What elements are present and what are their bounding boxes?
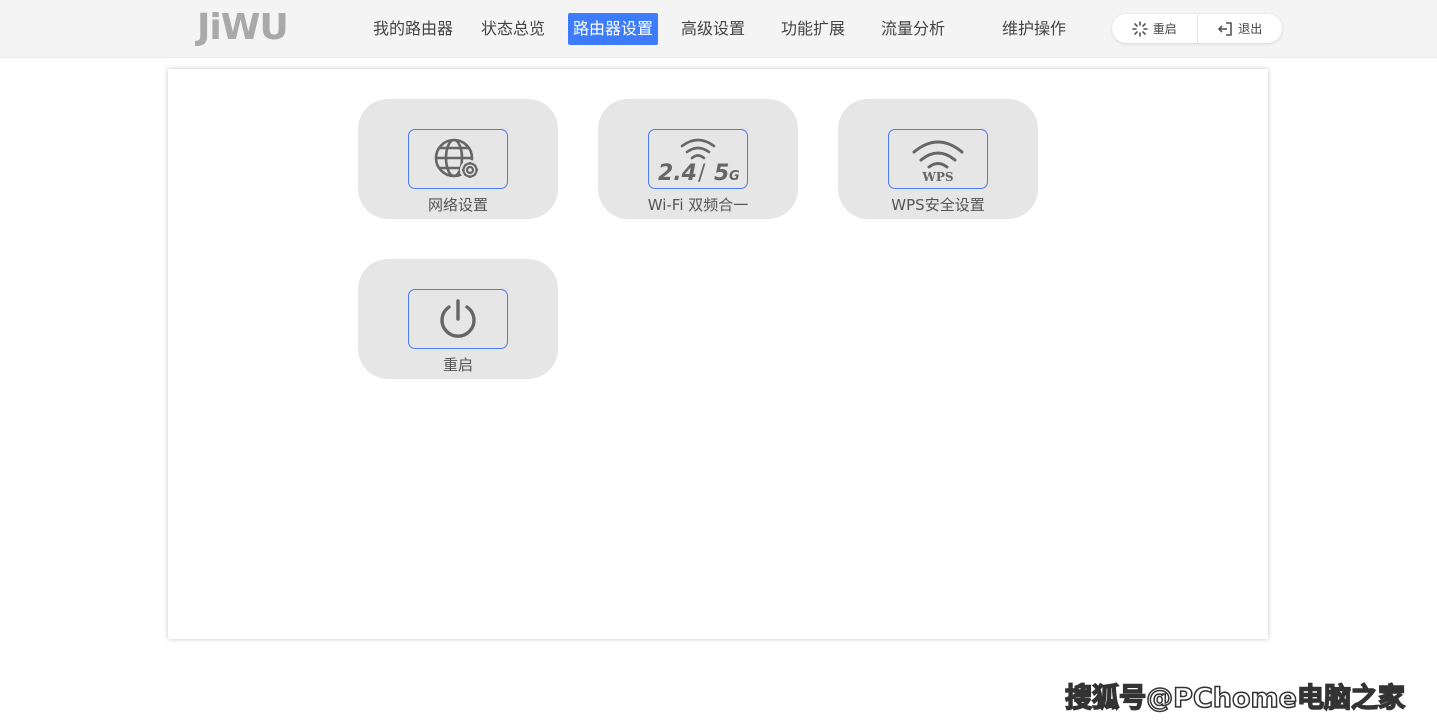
logout-label: 退出 [1238, 22, 1263, 36]
tile-icon-box [408, 289, 508, 349]
logo-text: JiWU [197, 7, 289, 48]
tile-icon-box: 2.4 / 5 G [648, 129, 748, 189]
nav-advanced-settings[interactable]: 高级设置 [676, 13, 750, 45]
tile-icon-box [408, 129, 508, 189]
tile-reboot[interactable]: 重启 [358, 259, 558, 379]
logout-button[interactable]: 退出 [1198, 14, 1283, 43]
wps-icon: WPS [912, 140, 964, 184]
tile-network-settings[interactable]: 网络设置 [358, 99, 558, 219]
brand-logo[interactable]: JiWU [197, 4, 289, 50]
spinner-icon [1131, 20, 1148, 37]
tile-label: Wi-Fi 双频合一 [647, 196, 749, 214]
tile-label: WPS安全设置 [891, 196, 985, 214]
globe-gear-icon [434, 138, 480, 180]
nav-router-settings[interactable]: 路由器设置 [568, 13, 659, 45]
logout-icon [1218, 21, 1233, 36]
wps-text: WPS [921, 170, 953, 184]
tile-wifi-dual-band[interactable]: 2.4 / 5 G Wi-Fi 双频合一 [598, 99, 798, 219]
tile-icon-box: WPS [888, 129, 988, 189]
wifi-dual-band-icon: 2.4 / 5 G [658, 138, 740, 186]
band-24-text: 2.4 [658, 161, 697, 186]
header-actions: 重启 退出 [1112, 14, 1282, 43]
band-g-text: G [729, 169, 740, 184]
top-bar: JiWU 我的路由器 状态总览 路由器设置 高级设置 功能扩展 流量分析 维护操… [0, 0, 1437, 58]
power-icon [440, 299, 476, 338]
band-5-text: 5 [714, 161, 729, 186]
watermark-text: 搜狐号@PChome电脑之家 [1064, 682, 1405, 715]
reboot-label: 重启 [1152, 22, 1177, 36]
nav-traffic-analysis[interactable]: 流量分析 [876, 13, 950, 45]
nav-maintenance[interactable]: 维护操作 [997, 13, 1071, 45]
nav-extensions[interactable]: 功能扩展 [776, 13, 850, 45]
nav-status-overview[interactable]: 状态总览 [476, 13, 550, 45]
tile-wps-security[interactable]: WPS WPS安全设置 [838, 99, 1038, 219]
reboot-button[interactable]: 重启 [1112, 14, 1197, 43]
nav-my-router[interactable]: 我的路由器 [368, 13, 458, 45]
tile-label: 网络设置 [427, 196, 488, 214]
band-separator-text: / [698, 161, 706, 186]
settings-panel: 网络设置 2.4 / 5 G Wi-Fi 双频合一 WPS WPS安全设置 重启 [168, 69, 1268, 639]
tile-label: 重启 [442, 356, 473, 374]
